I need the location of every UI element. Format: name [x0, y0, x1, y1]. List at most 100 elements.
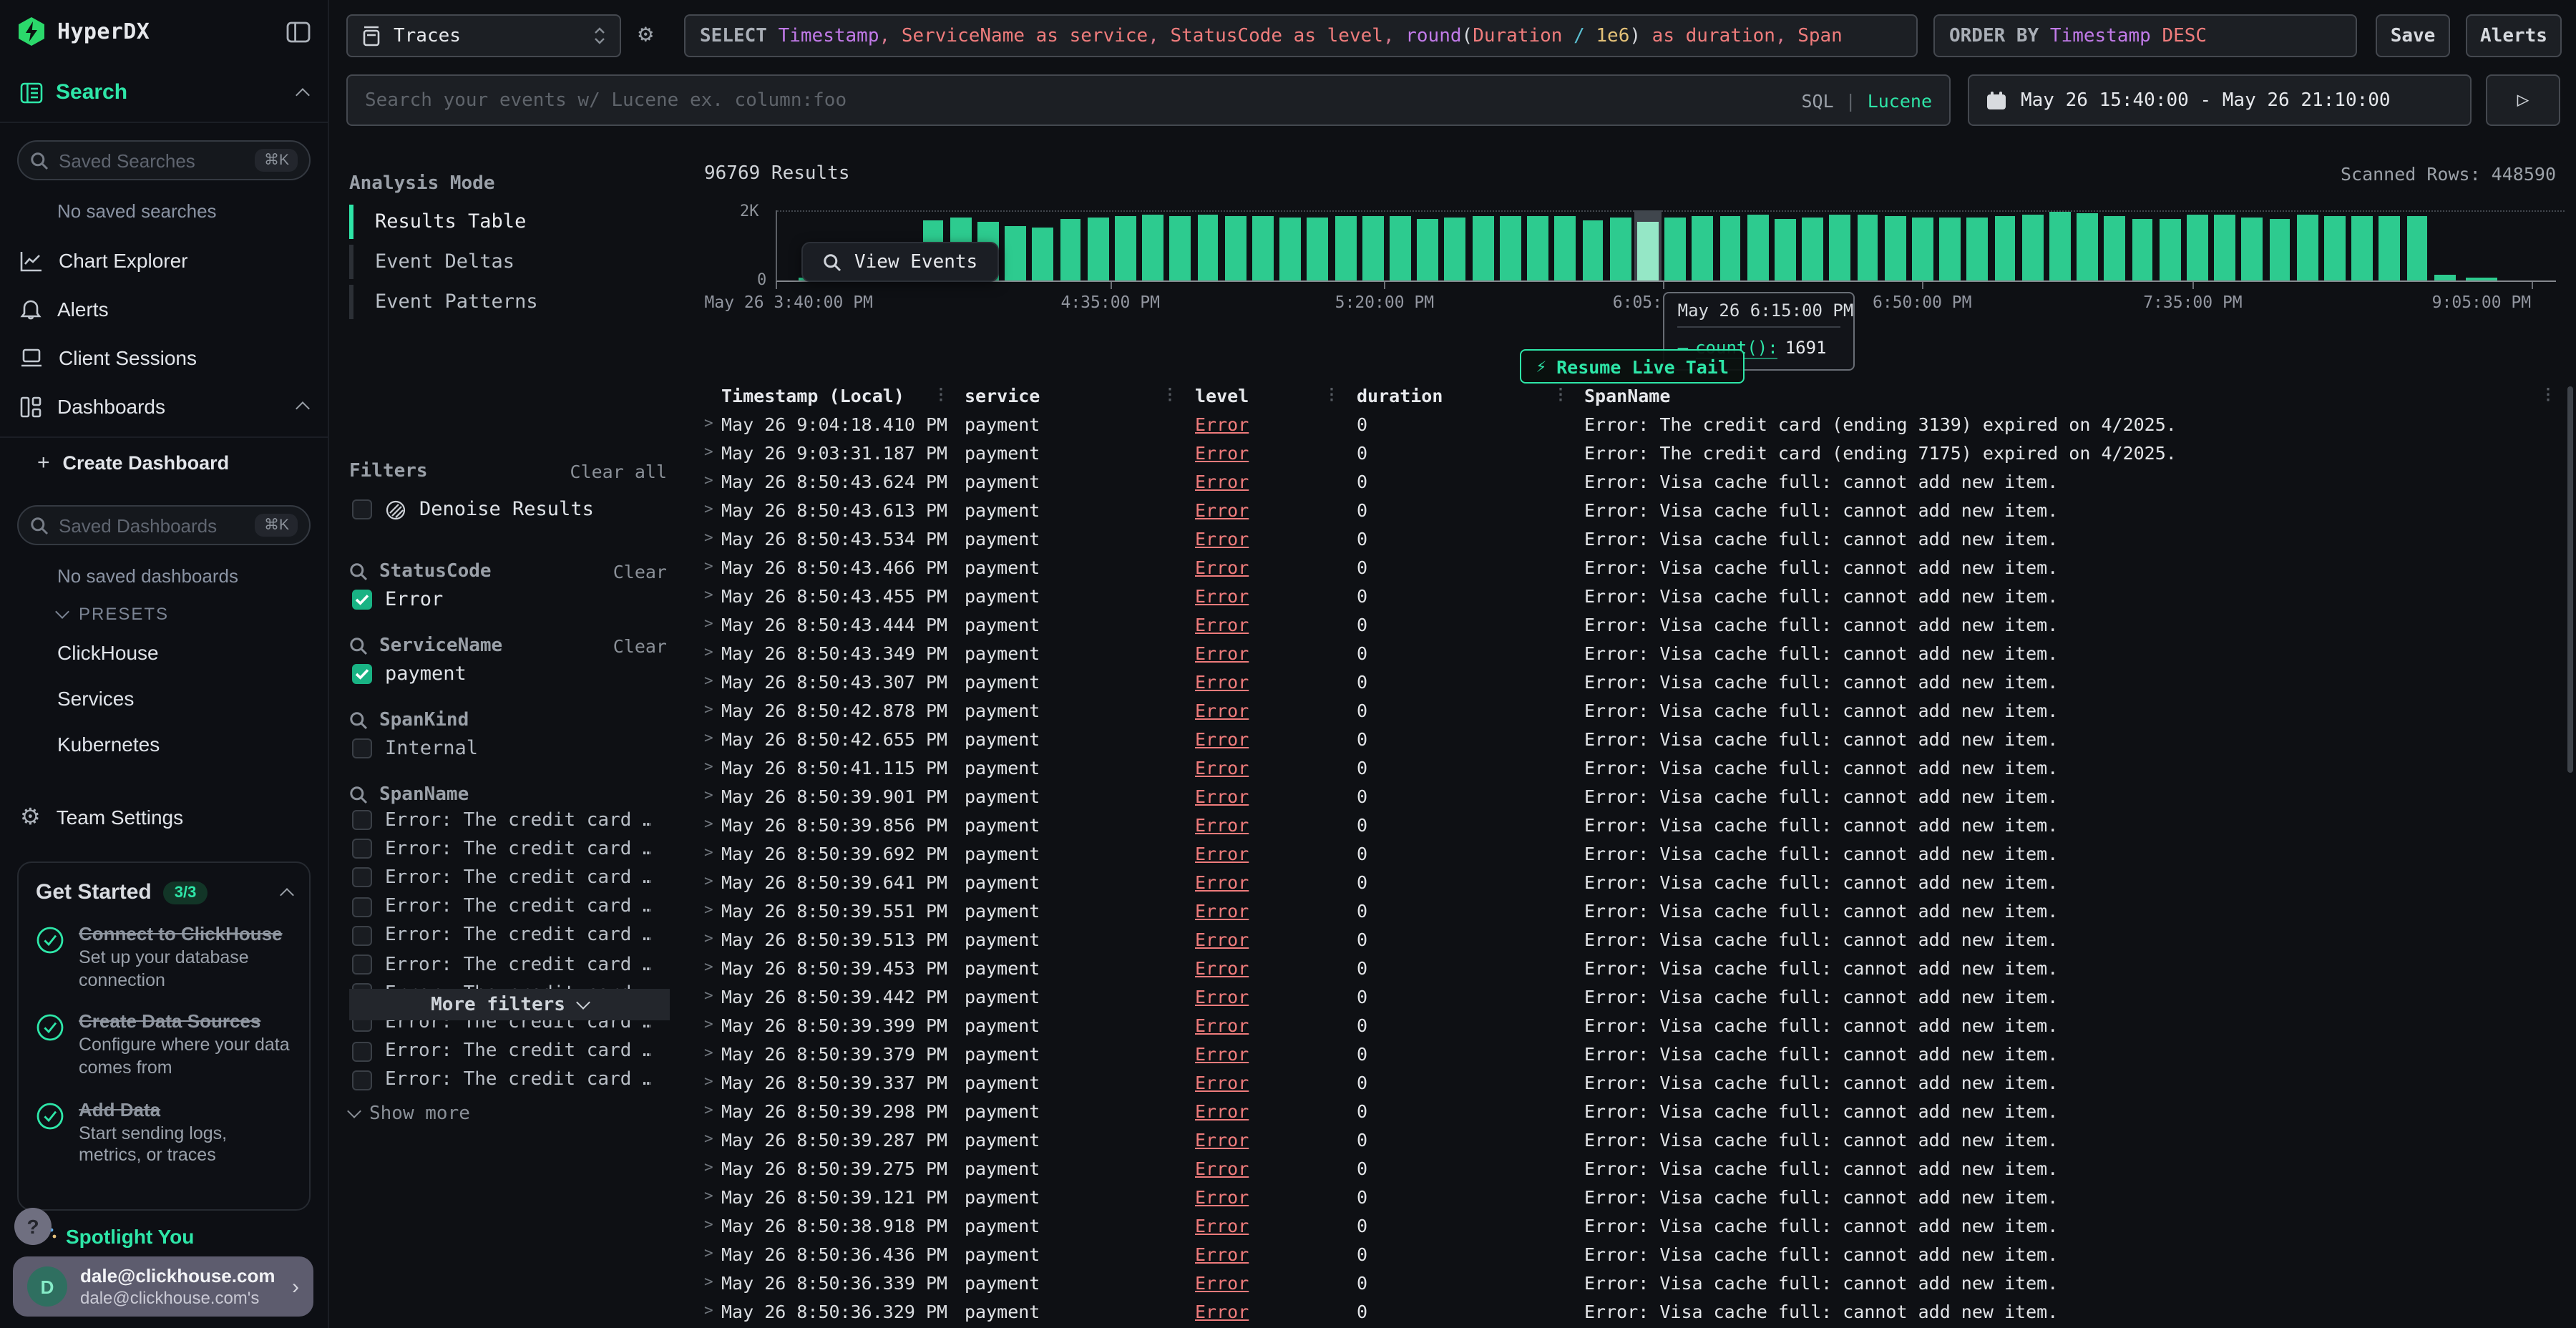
chart-bar[interactable] [2074, 210, 2101, 280]
table-row[interactable]: >May 26 8:50:39.442 PMpaymentError0Error… [704, 982, 2556, 1010]
filter-checkbox[interactable] [352, 663, 372, 683]
filter-checkbox[interactable] [352, 1070, 372, 1090]
filter-option[interactable]: payment [349, 657, 667, 690]
table-row[interactable]: >May 26 8:50:42.655 PMpaymentError0Error… [704, 724, 2556, 753]
filter-option[interactable]: Error: The credit card … [349, 922, 667, 950]
table-row[interactable]: >May 26 8:50:39.453 PMpaymentError0Error… [704, 953, 2556, 982]
resume-live-tail-button[interactable]: ⚡ Resume Live Tail [1521, 349, 1745, 384]
preset-clickhouse[interactable]: ClickHouse [0, 630, 328, 675]
chart-bar[interactable] [1221, 210, 1249, 280]
row-expand-chevron-icon[interactable]: > [704, 787, 721, 804]
chart-bar[interactable] [1963, 210, 1991, 280]
source-settings-gear-icon[interactable]: ⚙ [638, 20, 653, 49]
view-events-button[interactable]: View Events [801, 242, 999, 282]
chart-bar[interactable] [1771, 210, 1798, 280]
save-button[interactable]: Save [2376, 14, 2450, 57]
table-row[interactable]: >May 26 8:50:43.534 PMpaymentError0Error… [704, 524, 2556, 552]
row-expand-chevron-icon[interactable]: > [704, 501, 721, 518]
user-profile-chip[interactable]: D dale@clickhouse.com dale@clickhouse.co… [13, 1256, 313, 1317]
hidden-promo-link[interactable]: Spotlight You [37, 1225, 194, 1248]
filter-checkbox[interactable] [352, 810, 372, 830]
chart-bar[interactable] [2431, 210, 2458, 280]
analysis-mode-event-deltas[interactable]: Event Deltas [349, 242, 667, 282]
chart-bar[interactable] [2101, 210, 2128, 280]
column-resize-handle[interactable]: ⋮ [2540, 385, 2556, 404]
filter-checkbox[interactable] [352, 954, 372, 975]
chart-bar[interactable] [2238, 210, 2265, 280]
table-row[interactable]: >May 26 8:50:39.901 PMpaymentError0Error… [704, 781, 2556, 810]
chart-bar[interactable] [2376, 210, 2403, 280]
filter-option[interactable]: Error: The credit card … [349, 864, 667, 892]
column-resize-handle[interactable]: ⋮ [933, 385, 949, 404]
table-row[interactable]: >May 26 8:50:42.878 PMpaymentError0Error… [704, 695, 2556, 724]
chart-bar[interactable] [1139, 210, 1166, 280]
column-resize-handle[interactable]: ⋮ [1324, 385, 1340, 404]
table-row[interactable]: >May 26 8:50:41.115 PMpaymentError0Error… [704, 753, 2556, 781]
chart-bar[interactable] [1414, 210, 1441, 280]
column-header-level[interactable]: level [1176, 384, 1338, 406]
get-started-item[interactable]: Add DataStart sending logs, metrics, or … [36, 1098, 292, 1168]
row-expand-chevron-icon[interactable]: > [704, 1216, 721, 1234]
row-expand-chevron-icon[interactable]: > [704, 444, 721, 461]
chart-bar[interactable] [1799, 210, 1826, 280]
table-row[interactable]: >May 26 8:50:36.329 PMpaymentError0Error… [704, 1297, 2556, 1325]
filter-option[interactable]: Internal [349, 731, 667, 764]
filter-checkbox[interactable] [352, 589, 372, 609]
analysis-mode-results-table[interactable]: Results Table [349, 202, 667, 242]
filter-option[interactable]: Error: The credit card … [349, 892, 667, 921]
chart-bar[interactable] [1304, 210, 1332, 280]
filter-option[interactable]: Error: The credit card … [349, 834, 667, 863]
filter-option[interactable]: Error: The credit card … [349, 1037, 667, 1065]
chart-bar[interactable] [2293, 210, 2321, 280]
filter-option[interactable]: Error [349, 582, 667, 615]
chart-bar[interactable] [1991, 210, 2019, 280]
row-expand-chevron-icon[interactable]: > [704, 472, 721, 489]
chart-bar[interactable] [1359, 210, 1386, 280]
row-expand-chevron-icon[interactable]: > [704, 902, 721, 919]
chart-bar[interactable] [1002, 210, 1029, 280]
chart-bar[interactable] [1167, 210, 1194, 280]
chart-bar[interactable] [1387, 210, 1414, 280]
row-expand-chevron-icon[interactable]: > [704, 529, 721, 547]
row-expand-chevron-icon[interactable]: > [704, 1016, 721, 1033]
preset-services[interactable]: Services [0, 675, 328, 721]
chart-bar[interactable] [2321, 210, 2348, 280]
chart-bar-highlighted[interactable] [1634, 210, 1661, 280]
table-row[interactable]: >May 26 8:50:43.613 PMpaymentError0Error… [704, 495, 2556, 524]
order-by-editor[interactable]: ORDER BY Timestamp DESC [1933, 14, 2357, 57]
search-input[interactable] [365, 89, 1801, 111]
filter-checkbox[interactable] [352, 897, 372, 917]
filter-option[interactable]: Error: The credit card … [349, 1065, 667, 1094]
help-button[interactable]: ? [14, 1208, 52, 1245]
table-row[interactable]: >May 26 8:50:43.624 PMpaymentError0Error… [704, 467, 2556, 495]
chart-bar[interactable] [1936, 210, 1963, 280]
chart-bar[interactable] [1442, 210, 1469, 280]
chevron-up-icon[interactable] [280, 887, 294, 902]
row-expand-chevron-icon[interactable]: > [704, 730, 721, 747]
histogram-plot[interactable]: 2K 0 [776, 210, 2556, 282]
denoise-checkbox[interactable] [352, 499, 372, 519]
row-expand-chevron-icon[interactable]: > [704, 1302, 721, 1319]
table-row[interactable]: >May 26 9:04:18.410 PMpaymentError0Error… [704, 409, 2556, 438]
column-header-duration[interactable]: duration [1338, 384, 1567, 406]
row-expand-chevron-icon[interactable]: > [704, 1045, 721, 1062]
analysis-mode-event-patterns[interactable]: Event Patterns [349, 282, 667, 322]
mode-sql-toggle[interactable]: SQL [1801, 89, 1833, 111]
table-row[interactable]: >May 26 8:50:39.513 PMpaymentError0Error… [704, 924, 2556, 953]
table-row[interactable]: >May 26 8:50:38.918 PMpaymentError0Error… [704, 1211, 2556, 1239]
preset-kubernetes[interactable]: Kubernetes [0, 721, 328, 767]
clear-all-button[interactable]: Clear all [570, 461, 667, 482]
chart-bar[interactable] [1332, 210, 1359, 280]
date-range-picker[interactable]: May 26 15:40:00 - May 26 21:10:00 [1968, 74, 2472, 126]
chart-bar[interactable] [1826, 210, 1853, 280]
filter-checkbox[interactable] [352, 868, 372, 888]
table-row[interactable]: >May 26 8:50:39.337 PMpaymentError0Error… [704, 1068, 2556, 1096]
row-expand-chevron-icon[interactable]: > [704, 1245, 721, 1262]
row-expand-chevron-icon[interactable]: > [704, 587, 721, 604]
filter-option[interactable]: Error: The credit card … [349, 806, 667, 834]
row-expand-chevron-icon[interactable]: > [704, 873, 721, 890]
chart-bar[interactable] [1524, 210, 1551, 280]
column-header-timestamp-local-[interactable]: Timestamp (Local) [721, 384, 947, 406]
chart-bar[interactable] [1606, 210, 1634, 280]
column-header-spanname[interactable]: SpanName [1567, 384, 2556, 406]
